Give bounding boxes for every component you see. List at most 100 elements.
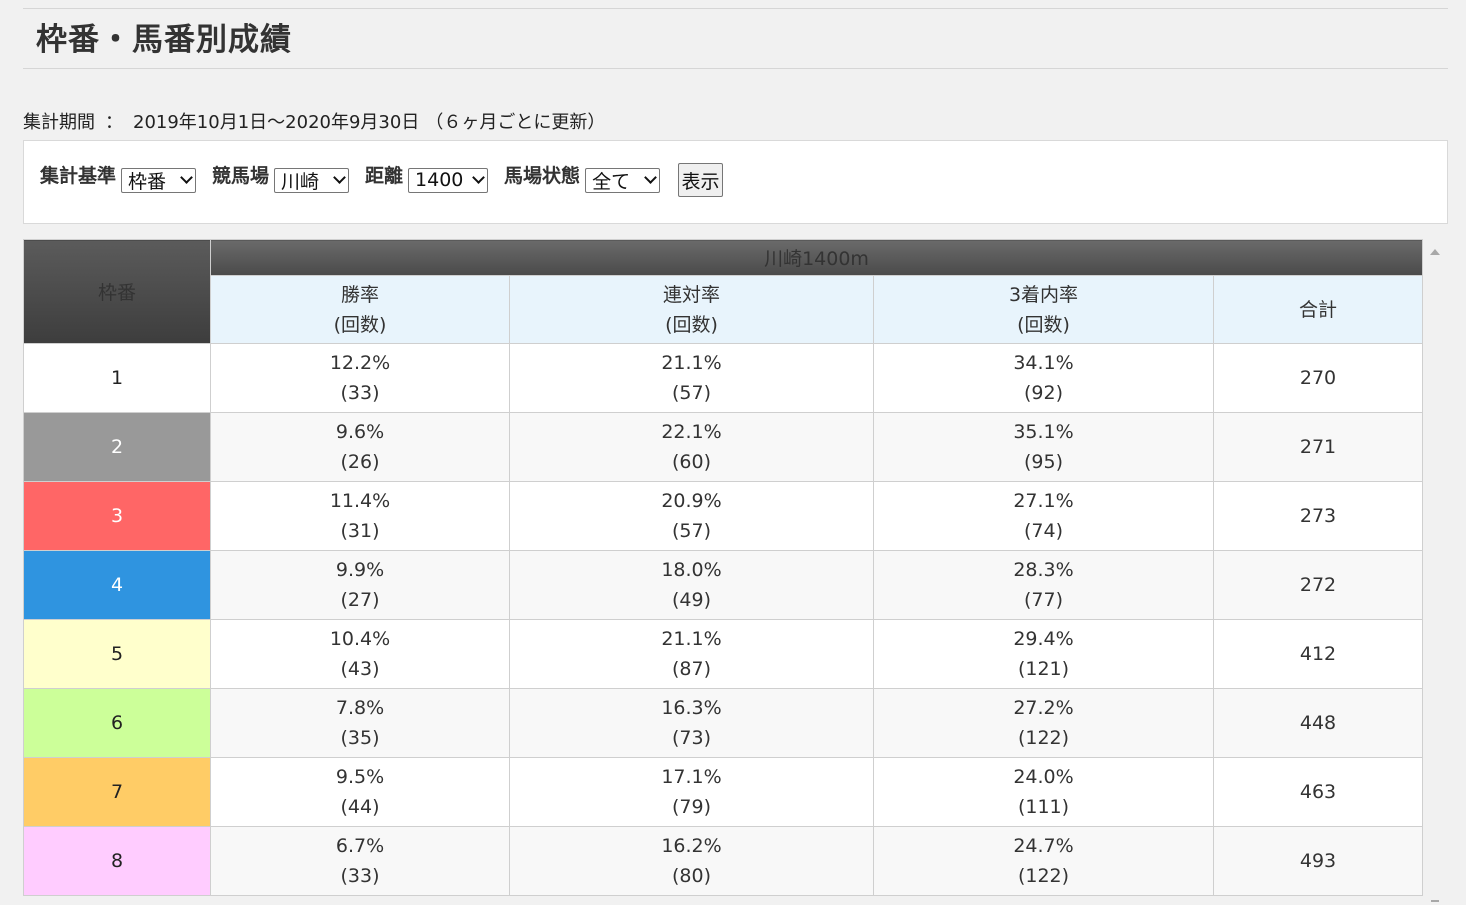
- top3-rate-cell: 24.7% (122): [873, 826, 1214, 896]
- win-rate-cell: 9.9% (27): [210, 550, 510, 620]
- total-cell: 493: [1213, 826, 1423, 896]
- rate-value: 22.1%: [661, 421, 722, 443]
- quinella-rate-header: 連対率 (回数): [509, 275, 874, 344]
- count-value: (43): [340, 658, 380, 680]
- distance-select[interactable]: 1400: [408, 167, 489, 193]
- count-value: (122): [1017, 865, 1070, 887]
- table-row: 8 6.7% (33) 16.2% (80) 24.7% (122) 493: [23, 826, 1423, 896]
- show-button[interactable]: 表示: [678, 163, 724, 197]
- rate-value: 6.7%: [335, 835, 385, 857]
- rate-value: 20.9%: [661, 490, 722, 512]
- total-cell: 448: [1213, 688, 1423, 758]
- top3-rate-cell: 28.3% (77): [873, 550, 1214, 620]
- course-selected-value: 川崎: [281, 170, 320, 193]
- count-value: (49): [671, 589, 711, 611]
- rate-value: 24.0%: [1013, 766, 1074, 788]
- rate-value: 9.5%: [335, 766, 385, 788]
- condition-selected-value: 全て: [592, 170, 631, 193]
- chevron-down-icon: [644, 170, 657, 184]
- rate-value: 12.2%: [329, 352, 391, 374]
- win-rate-cell: 10.4% (43): [210, 619, 510, 689]
- period-label: 集計期間: [23, 112, 95, 133]
- rate-value: 29.4%: [1013, 628, 1074, 650]
- frame-number-cell: 8: [23, 826, 211, 896]
- course-select[interactable]: 川崎: [274, 167, 350, 193]
- filter-panel: 集計基準 枠番 競馬場 川崎 距離 1400 馬場状態 全て 表示: [23, 140, 1448, 224]
- rate-value: 21.1%: [661, 628, 722, 650]
- win-rate-header: 勝率 (回数): [210, 275, 510, 344]
- distance-label: 距離: [365, 165, 404, 187]
- rate-value: 28.3%: [1013, 559, 1074, 581]
- rate-value: 21.1%: [661, 352, 722, 374]
- table-row: 7 9.5% (44) 17.1% (79) 24.0% (111) 463: [23, 757, 1423, 827]
- rate-value: 24.7%: [1013, 835, 1074, 857]
- count-value: (111): [1017, 796, 1070, 818]
- count-value: (79): [671, 796, 711, 818]
- scroll-up-arrow-icon[interactable]: [1430, 249, 1440, 255]
- table-row: 1 12.2% (33) 21.1% (57) 34.1% (92) 270: [23, 343, 1423, 413]
- top-divider: [23, 8, 1448, 9]
- rate-value: 9.9%: [335, 559, 385, 581]
- count-value: (92): [1023, 382, 1063, 404]
- quinella-rate-cell: 17.1% (79): [509, 757, 874, 827]
- rate-value: 9.6%: [335, 421, 385, 443]
- frame-number-cell: 5: [23, 619, 211, 689]
- frame-number-header: 枠番: [23, 239, 211, 344]
- stats-table-container: 枠番 川崎1400m 勝率 (回数) 連対率 (回数) 3着内率 (回数) 合計: [23, 239, 1423, 896]
- stats-table-body: 1 12.2% (33) 21.1% (57) 34.1% (92) 270 2 9.6% (26)…: [23, 343, 1423, 896]
- count-value: (80): [671, 865, 711, 887]
- table-row: 3 11.4% (31) 20.9% (57) 27.1% (74) 273: [23, 481, 1423, 551]
- rate-value: 18.0%: [661, 559, 722, 581]
- table-row: 4 9.9% (27) 18.0% (49) 28.3% (77) 272: [23, 550, 1423, 620]
- column-header-sublabel: (回数): [333, 313, 387, 336]
- count-value: (27): [340, 589, 380, 611]
- period-separator: ：: [105, 112, 123, 133]
- win-rate-cell: 9.6% (26): [210, 412, 510, 482]
- win-rate-cell: 12.2% (33): [210, 343, 510, 413]
- stats-table: 枠番 川崎1400m 勝率 (回数) 連対率 (回数) 3着内率 (回数) 合計: [23, 239, 1423, 896]
- page-title: 枠番・馬番別成績: [36, 22, 292, 58]
- condition-select[interactable]: 全て: [585, 167, 661, 193]
- basis-selected-value: 枠番: [128, 170, 167, 193]
- top3-rate-cell: 27.2% (122): [873, 688, 1214, 758]
- count-value: (73): [671, 727, 711, 749]
- quinella-rate-cell: 21.1% (57): [509, 343, 874, 413]
- filter-row: 集計基準 枠番 競馬場 川崎 距離 1400 馬場状態 全て 表示: [40, 163, 724, 197]
- column-header-label: 勝率: [340, 283, 379, 306]
- rate-value: 11.4%: [329, 490, 391, 512]
- frame-number-cell: 6: [23, 688, 211, 758]
- top3-rate-cell: 24.0% (111): [873, 757, 1214, 827]
- count-value: (60): [671, 451, 711, 473]
- basis-select[interactable]: 枠番: [121, 167, 197, 193]
- column-header-sublabel: (回数): [665, 313, 718, 336]
- quinella-rate-cell: 22.1% (60): [509, 412, 874, 482]
- rate-value: 27.1%: [1013, 490, 1074, 512]
- distance-selected-value: 1400: [415, 169, 464, 191]
- frame-number-cell: 4: [23, 550, 211, 620]
- top3-rate-header: 3着内率 (回数): [873, 275, 1214, 344]
- rate-value: 35.1%: [1013, 421, 1074, 443]
- top3-rate-cell: 34.1% (92): [873, 343, 1214, 413]
- column-header-sublabel: (回数): [1017, 313, 1070, 336]
- top3-rate-cell: 35.1% (95): [873, 412, 1214, 482]
- rate-value: 16.2%: [661, 835, 722, 857]
- frame-number-cell: 2: [23, 412, 211, 482]
- rate-value: 16.3%: [661, 697, 722, 719]
- top3-rate-cell: 27.1% (74): [873, 481, 1214, 551]
- total-cell: 271: [1213, 412, 1423, 482]
- frame-number-cell: 3: [23, 481, 211, 551]
- count-value: (121): [1017, 658, 1070, 680]
- column-header-label: 3着内率: [1008, 283, 1079, 306]
- count-value: (44): [340, 796, 380, 818]
- rate-value: 34.1%: [1013, 352, 1074, 374]
- chevron-down-icon: [472, 170, 485, 184]
- total-cell: 273: [1213, 481, 1423, 551]
- rate-value: 27.2%: [1013, 697, 1074, 719]
- quinella-rate-cell: 16.2% (80): [509, 826, 874, 896]
- quinella-rate-cell: 16.3% (73): [509, 688, 874, 758]
- total-cell: 270: [1213, 343, 1423, 413]
- win-rate-cell: 9.5% (44): [210, 757, 510, 827]
- count-value: (122): [1017, 727, 1070, 749]
- scroll-down-arrow-icon[interactable]: [1431, 900, 1439, 902]
- aggregation-period: 集計期間 ： 2019年10月1日～2020年9月30日 （６ヶ月ごとに更新）: [23, 110, 605, 136]
